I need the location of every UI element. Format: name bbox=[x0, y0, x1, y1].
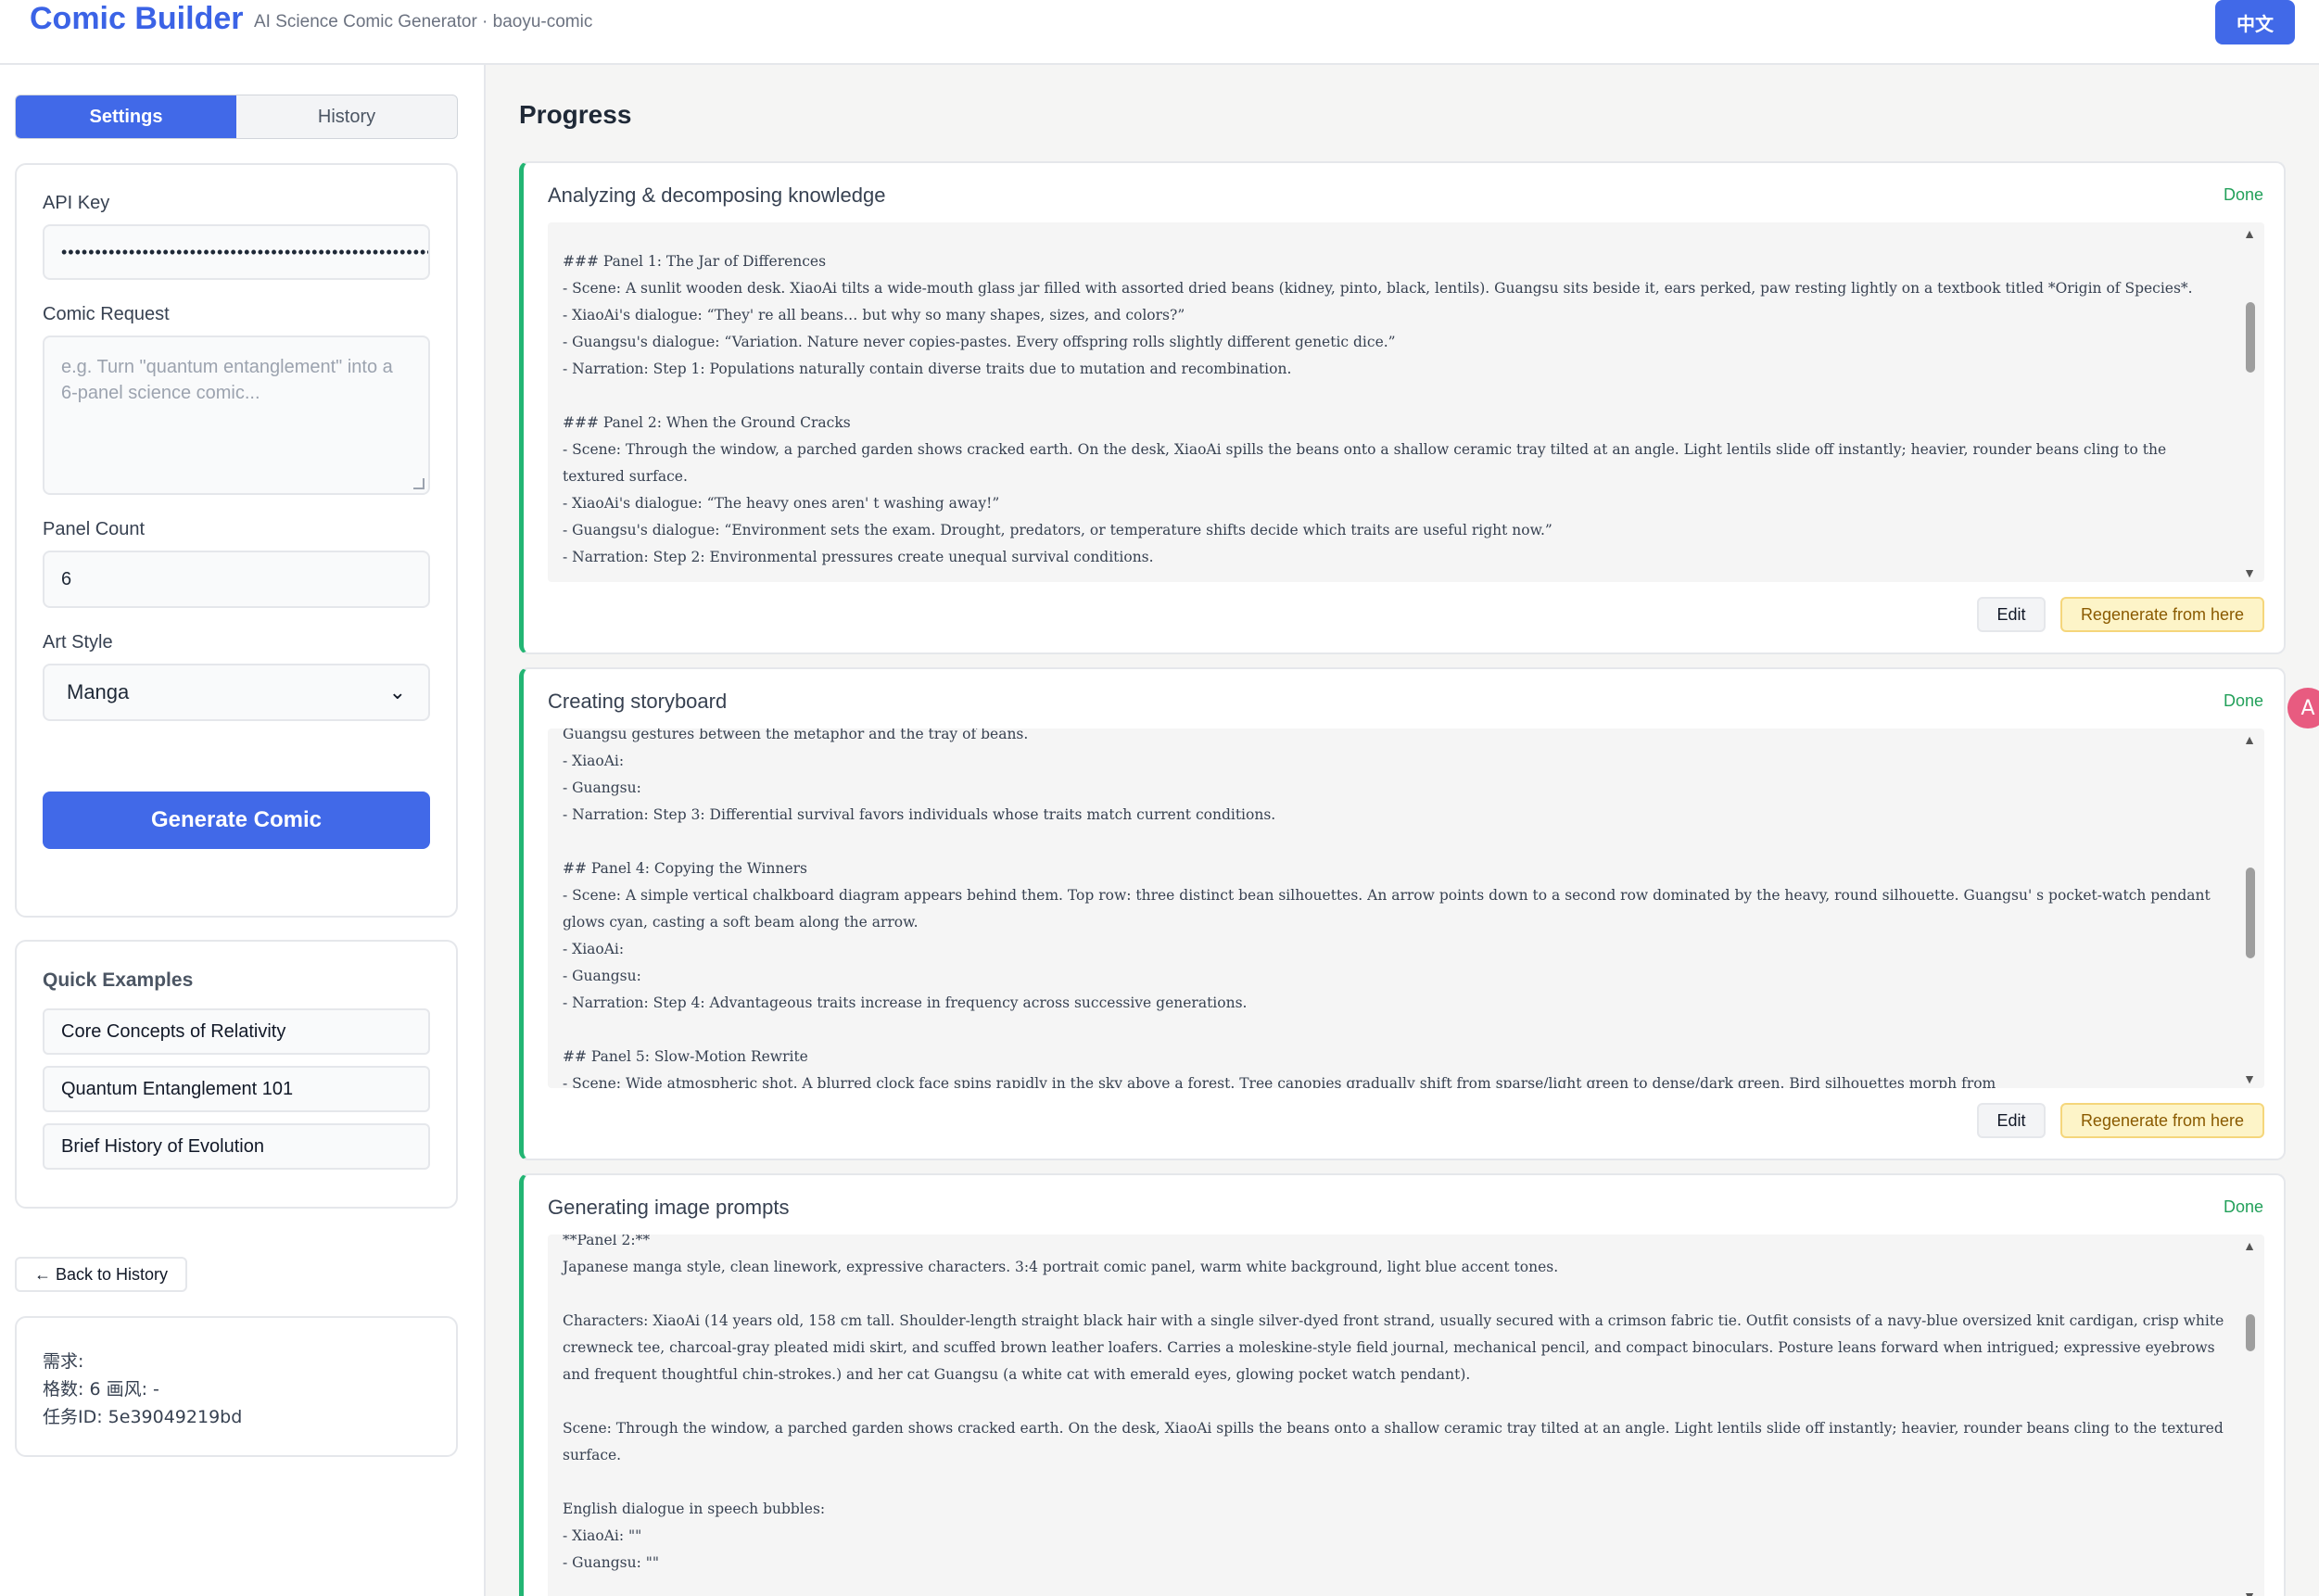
stage-output-text: ### Panel 1: The Jar of Differences - Sc… bbox=[563, 253, 2193, 565]
stage-card-storyboard: Creating storyboard Done Guangsu gesture… bbox=[519, 667, 2286, 1160]
scrollbar[interactable]: ▲ ▼ bbox=[2242, 1235, 2257, 1596]
art-style-label: Art Style bbox=[43, 632, 113, 652]
comic-request-label: Comic Request bbox=[43, 304, 170, 324]
stage-output-log[interactable]: Guangsu gestures between the metaphor an… bbox=[548, 728, 2264, 1088]
stage-output-text: Guangsu gestures between the metaphor an… bbox=[563, 728, 2211, 1088]
generate-comic-button[interactable]: Generate Comic bbox=[43, 792, 430, 849]
example-item[interactable]: Brief History of Evolution bbox=[43, 1123, 430, 1170]
top-bar: Comic Builder AI Science Comic Generator… bbox=[0, 0, 2319, 65]
scroll-thumb[interactable] bbox=[2246, 868, 2255, 958]
task-id: 任务ID: 5e39049219bd bbox=[43, 1407, 243, 1427]
stage-status-badge: Done bbox=[2223, 691, 2263, 710]
regenerate-from-here-button[interactable]: Regenerate from here bbox=[2060, 1103, 2264, 1138]
scroll-up-icon[interactable]: ▲ bbox=[2242, 226, 2257, 241]
page-title: Progress bbox=[519, 100, 632, 129]
scroll-down-icon[interactable]: ▼ bbox=[2242, 1589, 2257, 1596]
edit-button[interactable]: Edit bbox=[1977, 597, 2046, 632]
task-info-card: 需求: 格数: 6 画风: - 任务ID: 5e39049219bd bbox=[15, 1316, 458, 1457]
comic-request-placeholder: e.g. Turn "quantum entanglement" into a … bbox=[61, 357, 393, 403]
app-tagline: AI Science Comic Generator · baoyu-comic bbox=[254, 12, 593, 32]
back-to-history-button[interactable]: ← Back to History bbox=[15, 1257, 187, 1292]
stage-output-log[interactable]: ### Panel 1: The Jar of Differences - Sc… bbox=[548, 222, 2264, 582]
chevron-down-icon: ⌄ bbox=[388, 680, 406, 703]
quick-examples-card: Quick Examples Core Concepts of Relativi… bbox=[15, 940, 458, 1209]
quick-examples-title: Quick Examples bbox=[43, 969, 194, 991]
art-style-select[interactable]: Manga ⌄ bbox=[43, 664, 430, 721]
stage-card-analyzing: Analyzing & decomposing knowledge Done #… bbox=[519, 161, 2286, 654]
tab-settings[interactable]: Settings bbox=[16, 95, 236, 138]
task-request: 需求: bbox=[43, 1351, 84, 1372]
sidebar-tabs: Settings History bbox=[15, 95, 458, 139]
stage-output-log[interactable]: **Panel 2:** Japanese manga style, clean… bbox=[548, 1235, 2264, 1596]
art-style-value: Manga bbox=[67, 680, 130, 703]
settings-card: API Key ••••••••••••••••••••••••••••••••… bbox=[15, 163, 458, 918]
regenerate-from-here-button[interactable]: Regenerate from here bbox=[2060, 597, 2264, 632]
panel-count-label: Panel Count bbox=[43, 519, 146, 539]
scroll-up-icon[interactable]: ▲ bbox=[2242, 1238, 2257, 1253]
language-toggle-button[interactable]: 中文 bbox=[2215, 0, 2295, 44]
scrollbar[interactable]: ▲ ▼ bbox=[2242, 728, 2257, 1088]
stage-title: Creating storyboard bbox=[548, 690, 728, 713]
app-title: Comic Builder bbox=[30, 1, 244, 36]
api-key-field[interactable]: ••••••••••••••••••••••••••••••••••••••••… bbox=[43, 224, 430, 280]
stage-title: Analyzing & decomposing knowledge bbox=[548, 184, 886, 207]
panel-count-field[interactable]: 6 bbox=[43, 551, 430, 608]
api-key-label: API Key bbox=[43, 193, 110, 213]
stage-card-image-prompts: Generating image prompts Done **Panel 2:… bbox=[519, 1173, 2286, 1596]
stage-output-text: **Panel 2:** Japanese manga style, clean… bbox=[563, 1235, 2224, 1571]
stage-status-badge: Done bbox=[2223, 185, 2263, 204]
scroll-thumb[interactable] bbox=[2246, 302, 2255, 373]
scroll-down-icon[interactable]: ▼ bbox=[2242, 1071, 2257, 1086]
translate-icon[interactable]: A bbox=[2287, 688, 2319, 728]
sidebar: Settings History API Key •••••••••••••••… bbox=[0, 65, 486, 1596]
tab-history[interactable]: History bbox=[236, 95, 457, 138]
comic-request-input[interactable]: e.g. Turn "quantum entanglement" into a … bbox=[43, 336, 430, 495]
resize-handle-icon[interactable] bbox=[413, 478, 425, 489]
example-item[interactable]: Core Concepts of Relativity bbox=[43, 1008, 430, 1055]
scroll-up-icon[interactable]: ▲ bbox=[2242, 732, 2257, 747]
scrollbar[interactable]: ▲ ▼ bbox=[2242, 222, 2257, 582]
stage-title: Generating image prompts bbox=[548, 1196, 790, 1219]
example-item[interactable]: Quantum Entanglement 101 bbox=[43, 1066, 430, 1112]
scroll-down-icon[interactable]: ▼ bbox=[2242, 565, 2257, 580]
stage-status-badge: Done bbox=[2223, 1197, 2263, 1216]
scroll-thumb[interactable] bbox=[2246, 1314, 2255, 1351]
task-panels-style: 格数: 6 画风: - bbox=[43, 1379, 159, 1400]
edit-button[interactable]: Edit bbox=[1977, 1103, 2046, 1138]
